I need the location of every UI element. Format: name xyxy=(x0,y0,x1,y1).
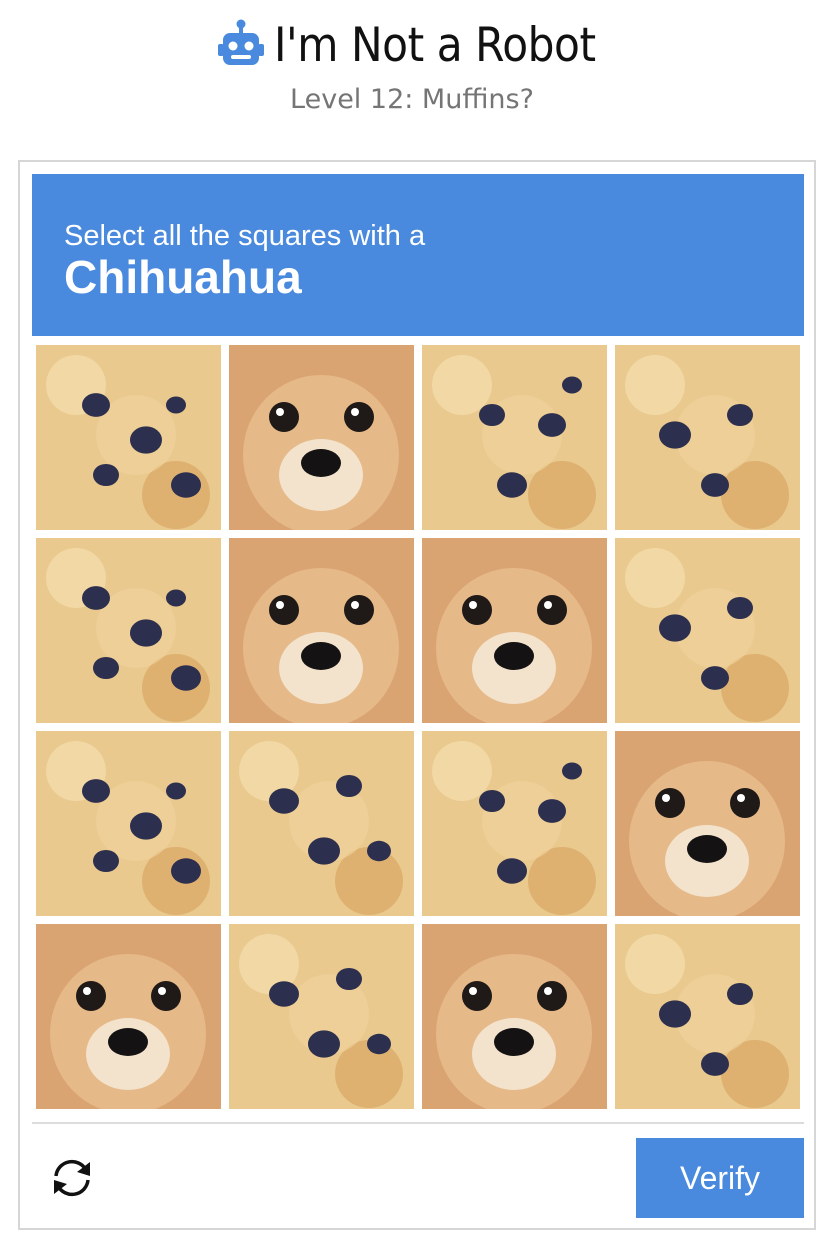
tile-muffin[interactable] xyxy=(422,345,607,530)
page-title: I'm Not a Robot xyxy=(274,17,596,73)
tile-muffin[interactable] xyxy=(422,731,607,916)
tile-muffin[interactable] xyxy=(615,345,800,530)
captcha-widget: Select all the squares with a Chihuahua … xyxy=(18,160,816,1230)
tile-muffin[interactable] xyxy=(615,924,800,1109)
tile-chihuahua[interactable] xyxy=(422,538,607,723)
tile-muffin[interactable] xyxy=(36,345,221,530)
tile-chihuahua[interactable] xyxy=(229,345,414,530)
reload-icon[interactable] xyxy=(46,1152,98,1204)
divider xyxy=(32,1122,804,1124)
image-grid xyxy=(36,345,802,1111)
tile-chihuahua[interactable] xyxy=(36,924,221,1109)
tile-chihuahua[interactable] xyxy=(615,731,800,916)
tile-muffin[interactable] xyxy=(36,538,221,723)
target-label: Chihuahua xyxy=(64,251,302,303)
level-subtitle: Level 12: Muffins? xyxy=(290,84,534,115)
page-header: I'm Not a Robot Level 12: Muffins? xyxy=(0,0,824,150)
tile-muffin[interactable] xyxy=(229,731,414,916)
instruction-text: Select all the squares with a xyxy=(64,220,426,252)
title-row: I'm Not a Robot xyxy=(0,14,824,76)
tile-muffin[interactable] xyxy=(229,924,414,1109)
tile-muffin[interactable] xyxy=(615,538,800,723)
tile-chihuahua[interactable] xyxy=(229,538,414,723)
tile-muffin[interactable] xyxy=(36,731,221,916)
verify-button[interactable]: Verify xyxy=(636,1138,804,1218)
tile-chihuahua[interactable] xyxy=(422,924,607,1109)
robot-icon xyxy=(218,19,265,71)
instruction-banner: Select all the squares with a Chihuahua xyxy=(32,174,804,336)
